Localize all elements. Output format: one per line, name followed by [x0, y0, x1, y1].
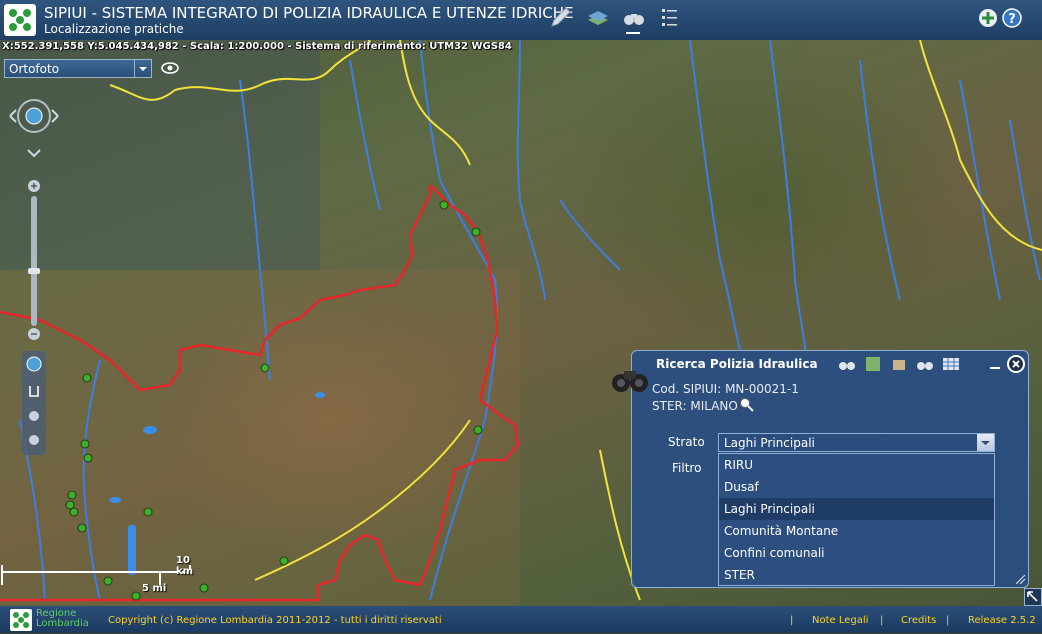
resize-icon[interactable] — [1014, 573, 1026, 585]
footer-separator: | — [946, 615, 950, 626]
option-confini-comunali[interactable]: Confini comunali — [719, 542, 994, 564]
note-legali-link[interactable]: Note Legali — [812, 615, 868, 626]
option-riru[interactable]: RIRU — [719, 454, 994, 476]
region-logo — [10, 609, 32, 631]
map-search-icon[interactable] — [864, 355, 882, 376]
brand-line2: Lombardia — [36, 618, 89, 629]
region-brand: Regione Lombardia — [36, 609, 89, 629]
footer-separator: | — [880, 615, 884, 626]
base-layer-value: Ortofoto — [9, 62, 60, 76]
svg-text:?: ? — [1008, 12, 1016, 27]
map-tools[interactable] — [22, 351, 46, 455]
chevron-down-icon — [977, 434, 994, 451]
filtro-label: Filtro — [672, 461, 702, 475]
binoculars-icon — [610, 361, 650, 397]
box-icon[interactable] — [890, 355, 908, 376]
help-icon[interactable]: ? — [1000, 6, 1024, 30]
scale-bar: 10 km 5 mi — [0, 555, 210, 600]
footer-separator: | — [790, 615, 794, 626]
app-subtitle: Localizzazione pratiche — [44, 22, 184, 36]
app-footer: Regione Lombardia Copyright (c) Regione … — [0, 606, 1042, 633]
base-layer-select[interactable]: Ortofoto — [4, 59, 152, 78]
credits-link[interactable]: Credits — [901, 615, 936, 626]
pencil-icon[interactable] — [548, 6, 572, 30]
release-version: Release 2.5.2 — [968, 615, 1036, 626]
region-logo — [4, 4, 36, 36]
add-icon[interactable] — [976, 6, 1000, 30]
layers-icon[interactable] — [586, 6, 610, 30]
minimize-icon[interactable] — [990, 367, 1000, 369]
strato-value: Laghi Principali — [724, 436, 815, 450]
option-dusaf[interactable]: Dusaf — [719, 476, 994, 498]
pan-control[interactable] — [9, 99, 59, 158]
copyright-text: Copyright (c) Regione Lombardia 2011-201… — [108, 615, 442, 626]
close-icon[interactable] — [1006, 354, 1026, 374]
panel-title: Ricerca Polizia Idraulica — [656, 357, 818, 371]
search-panel: Ricerca Polizia Idraulica Cod. SIPIUI: M… — [612, 350, 1029, 588]
app-title: SIPIUI - SISTEMA INTEGRATO DI POLIZIA ID… — [44, 4, 574, 22]
coordinates-readout: X:552.391,558 Y:5.045.434,982 - Scala: 1… — [2, 41, 512, 52]
app-header: SIPIUI - SISTEMA INTEGRATO DI POLIZIA ID… — [0, 0, 1042, 40]
strato-options: RIRU Dusaf Laghi Principali Comunità Mon… — [718, 453, 995, 586]
zoom-icon[interactable] — [739, 397, 755, 413]
option-laghi-principali[interactable]: Laghi Principali — [719, 498, 994, 520]
chevron-down-icon — [134, 60, 151, 77]
scale-km: 10 km — [176, 555, 194, 577]
option-ster[interactable]: STER — [719, 564, 994, 586]
scale-mi: 5 mi — [142, 583, 167, 594]
strato-select[interactable]: Laghi Principali — [718, 433, 995, 452]
panel-toolbar — [838, 355, 968, 375]
binoculars-icon[interactable] — [838, 355, 856, 376]
binoculars-icon[interactable] — [622, 6, 646, 34]
pan-zoom-controls — [9, 99, 59, 455]
strato-label: Strato — [668, 435, 705, 449]
zoom-slider[interactable] — [28, 180, 40, 340]
list-icon[interactable] — [658, 6, 682, 30]
ster-value: STER: MILANO — [652, 399, 738, 413]
cod-sipiui: Cod. SIPIUI: MN-00021-1 — [652, 382, 799, 396]
eye-icon[interactable] — [160, 60, 180, 76]
expand-icon[interactable] — [1024, 588, 1042, 606]
option-comunita-montane[interactable]: Comunità Montane — [719, 520, 994, 542]
binoculars-settings-icon[interactable] — [916, 355, 934, 376]
table-icon[interactable] — [942, 355, 960, 376]
